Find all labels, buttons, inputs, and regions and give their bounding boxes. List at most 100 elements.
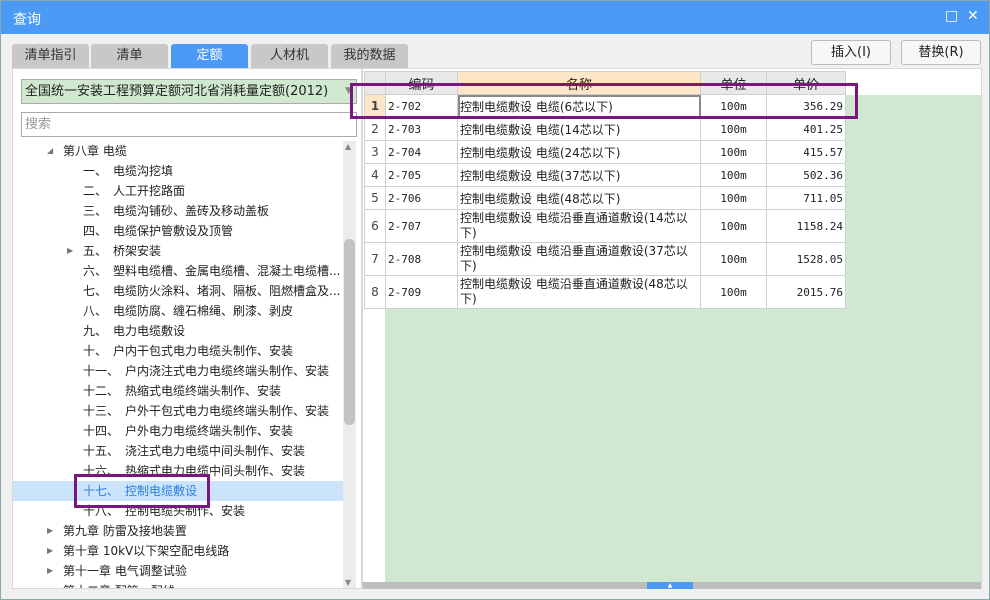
price-cell[interactable]: 1158.24 — [766, 209, 846, 243]
name-cell[interactable]: 控制电缆敷设 电缆沿垂直通道敷设(37芯以下) — [457, 242, 701, 276]
price-cell[interactable]: 711.05 — [766, 186, 846, 210]
col-header-unit[interactable]: 单位 — [700, 71, 767, 95]
price-cell[interactable]: 401.25 — [766, 117, 846, 141]
col-header-price[interactable]: 单价 — [766, 71, 846, 95]
code-cell[interactable]: 2-704 — [385, 140, 458, 164]
tab-list[interactable]: 清单 — [91, 44, 168, 68]
grid-hscrollbar[interactable]: ▲ — [363, 582, 981, 589]
price-cell[interactable]: 356.29 — [766, 94, 846, 118]
table-row[interactable]: 5 2-706 控制电缆敷设 电缆(48芯以下) 100m 711.05 — [364, 186, 846, 210]
unit-cell[interactable]: 100m — [700, 242, 767, 276]
replace-button[interactable]: 替换(R) — [901, 40, 981, 65]
price-cell[interactable]: 1528.05 — [766, 242, 846, 276]
tree-item[interactable]: 十八、 控制电缆头制作、安装 — [13, 501, 343, 521]
table-row[interactable]: 2 2-703 控制电缆敷设 电缆(14芯以下) 100m 401.25 — [364, 117, 846, 141]
tree-item[interactable]: 十、 户内干包式电力电缆头制作、安装 — [13, 341, 343, 361]
name-cell[interactable]: 控制电缆敷设 电缆(48芯以下) — [457, 186, 701, 210]
price-cell[interactable]: 415.57 — [766, 140, 846, 164]
tree-item[interactable]: 一、 电缆沟挖填 — [13, 161, 343, 181]
grid-hscroll-thumb[interactable]: ▲ — [647, 582, 693, 589]
tab-labor-material-machine[interactable]: 人材机 — [251, 44, 328, 68]
col-header-name[interactable]: 名称 — [457, 71, 701, 95]
table-row[interactable]: 1 2-702 控制电缆敷设 电缆(6芯以下) 100m 356.29 — [364, 94, 846, 118]
col-header-code[interactable]: 编码 — [385, 71, 458, 95]
tree-item[interactable]: 二、 人工开挖路面 — [13, 181, 343, 201]
tree-item[interactable]: 十二、 热缩式电缆终端头制作、安装 — [13, 381, 343, 401]
tree-item[interactable]: 四、 电缆保护管敷设及顶管 — [13, 221, 343, 241]
row-number[interactable]: 1 — [364, 94, 386, 118]
unit-cell[interactable]: 100m — [700, 140, 767, 164]
tree-scroll-thumb[interactable] — [344, 239, 355, 425]
code-cell[interactable]: 2-705 — [385, 163, 458, 187]
unit-cell[interactable]: 100m — [700, 209, 767, 243]
unit-cell[interactable]: 100m — [700, 186, 767, 210]
collapsed-icon[interactable]: ▶ — [47, 521, 53, 541]
tree-item-label: 十一、 户内浇注式电力电缆终端头制作、安装 — [83, 364, 330, 378]
name-cell[interactable]: 控制电缆敷设 电缆(14芯以下) — [457, 117, 701, 141]
tree-item[interactable]: ▶ 第十一章 电气调整试验 — [13, 561, 343, 581]
tree-item[interactable]: 十七、 控制电缆敷设 — [13, 481, 343, 501]
tree-item[interactable]: ▶ 五、 桥架安装 — [13, 241, 343, 261]
tree-item[interactable]: 十六、 热缩式电力电缆中间头制作、安装 — [13, 461, 343, 481]
row-number[interactable]: 4 — [364, 163, 386, 187]
code-cell[interactable]: 2-707 — [385, 209, 458, 243]
tree-item[interactable]: 十三、 户外干包式电力电缆终端头制作、安装 — [13, 401, 343, 421]
tree-item[interactable]: 六、 塑料电缆槽、金属电缆槽、混凝土电缆槽... — [13, 261, 343, 281]
collapsed-icon[interactable]: ▶ — [47, 541, 53, 561]
insert-button[interactable]: 插入(I) — [811, 40, 891, 65]
code-cell[interactable]: 2-708 — [385, 242, 458, 276]
search-input[interactable] — [21, 112, 357, 137]
tab-list-guide[interactable]: 清单指引 — [12, 44, 89, 68]
table-row[interactable]: 6 2-707 控制电缆敷设 电缆沿垂直通道敷设(14芯以下) 100m 1158.24 — [364, 209, 846, 243]
name-cell[interactable]: 控制电缆敷设 电缆沿垂直通道敷设(14芯以下) — [457, 209, 701, 243]
price-cell[interactable]: 502.36 — [766, 163, 846, 187]
code-cell[interactable]: 2-703 — [385, 117, 458, 141]
tree-item[interactable]: 九、 电力电缆敷设 — [13, 321, 343, 341]
name-cell[interactable]: 控制电缆敷设 电缆(37芯以下) — [457, 163, 701, 187]
scroll-up-icon[interactable]: ▲ — [345, 142, 351, 151]
table-row[interactable]: 8 2-709 控制电缆敷设 电缆沿垂直通道敷设(48芯以下) 100m 2015.76 — [364, 275, 846, 309]
maximize-icon[interactable]: □ — [945, 8, 958, 24]
library-select[interactable]: 全国统一安装工程预算定额河北省消耗量定额(2012) ▼ — [21, 79, 357, 104]
close-icon[interactable]: ✕ — [967, 8, 979, 24]
code-cell[interactable]: 2-706 — [385, 186, 458, 210]
collapsed-icon[interactable]: ▶ — [47, 561, 53, 581]
title-bar[interactable]: 查询 □ ✕ — [1, 1, 989, 34]
unit-cell[interactable]: 100m — [700, 275, 767, 309]
tree-item[interactable]: 七、 电缆防火涂料、堵洞、隔板、阻燃槽盒及... — [13, 281, 343, 301]
tree-item[interactable]: ◢ 第八章 电缆 — [13, 141, 343, 161]
expanded-icon[interactable]: ◢ — [47, 141, 53, 161]
unit-cell[interactable]: 100m — [700, 94, 767, 118]
tree-item[interactable]: ▶ 第十二章 配管、配线 — [13, 581, 343, 588]
tree-item[interactable]: 十四、 户外电力电缆终端头制作、安装 — [13, 421, 343, 441]
tab-quota[interactable]: 定额 — [171, 44, 248, 68]
unit-cell[interactable]: 100m — [700, 117, 767, 141]
table-row[interactable]: 3 2-704 控制电缆敷设 电缆(24芯以下) 100m 415.57 — [364, 140, 846, 164]
tree-item[interactable]: 十五、 浇注式电力电缆中间头制作、安装 — [13, 441, 343, 461]
table-row[interactable]: 4 2-705 控制电缆敷设 电缆(37芯以下) 100m 502.36 — [364, 163, 846, 187]
code-cell[interactable]: 2-709 — [385, 275, 458, 309]
table-row[interactable]: 7 2-708 控制电缆敷设 电缆沿垂直通道敷设(37芯以下) 100m 1528.05 — [364, 242, 846, 276]
scroll-down-icon[interactable]: ▼ — [345, 578, 351, 587]
row-number[interactable]: 3 — [364, 140, 386, 164]
row-number[interactable]: 7 — [364, 242, 386, 276]
tree-item[interactable]: ▶ 第九章 防雷及接地装置 — [13, 521, 343, 541]
unit-cell[interactable]: 100m — [700, 163, 767, 187]
collapsed-icon[interactable]: ▶ — [47, 581, 53, 588]
row-number[interactable]: 2 — [364, 117, 386, 141]
code-cell[interactable]: 2-702 — [385, 94, 458, 118]
row-number[interactable]: 8 — [364, 275, 386, 309]
tree-item[interactable]: 十一、 户内浇注式电力电缆终端头制作、安装 — [13, 361, 343, 381]
name-cell[interactable]: 控制电缆敷设 电缆(6芯以下) — [457, 94, 701, 118]
price-cell[interactable]: 2015.76 — [766, 275, 846, 309]
tree-item[interactable]: 三、 电缆沟铺砂、盖砖及移动盖板 — [13, 201, 343, 221]
row-number[interactable]: 6 — [364, 209, 386, 243]
tree-scrollbar[interactable]: ▲ ▼ — [343, 141, 356, 588]
tree-item[interactable]: 八、 电缆防腐、缠石棉绳、刷漆、剥皮 — [13, 301, 343, 321]
tab-my-data[interactable]: 我的数据 — [331, 44, 408, 68]
name-cell[interactable]: 控制电缆敷设 电缆沿垂直通道敷设(48芯以下) — [457, 275, 701, 309]
collapsed-icon[interactable]: ▶ — [67, 241, 73, 261]
row-number[interactable]: 5 — [364, 186, 386, 210]
tree-item[interactable]: ▶ 第十章 10kV以下架空配电线路 — [13, 541, 343, 561]
name-cell[interactable]: 控制电缆敷设 电缆(24芯以下) — [457, 140, 701, 164]
